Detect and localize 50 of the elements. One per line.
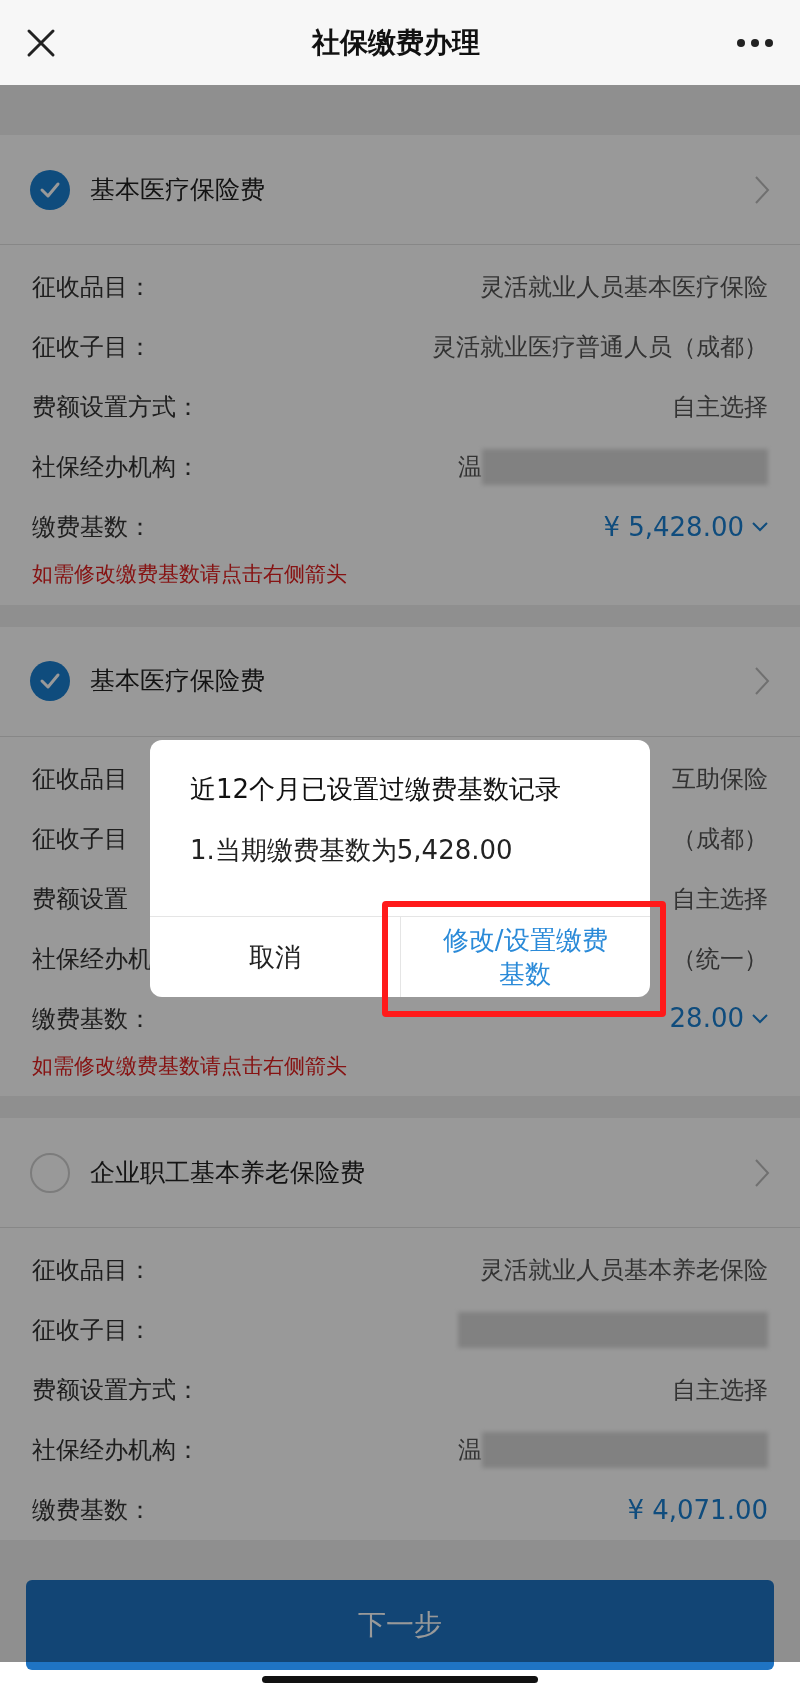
chevron-down-icon[interactable] [752, 522, 768, 532]
hint-text: 如需修改缴费基数请点击右侧箭头 [31, 1052, 348, 1080]
field-value: 自主选择 [672, 392, 768, 423]
field-value: ¥ 5,428.00 [603, 510, 744, 544]
chevron-right-icon[interactable] [754, 666, 770, 696]
dialog-button[interactable]: 修改/设置缴费基数 [399, 917, 650, 997]
field-value: 自主选择 [672, 1375, 768, 1406]
checkbox[interactable] [30, 661, 70, 701]
field-value: 灵活就业人员基本医疗保险 [480, 272, 768, 303]
field-label: 费额设置 [32, 883, 128, 915]
field-value: 温 [458, 452, 482, 483]
field-label: 费额设置方式： [32, 1375, 200, 1406]
field-value: 灵活就业医疗普通人员（成都） [432, 332, 768, 363]
field-value: 互助保险 [672, 763, 768, 795]
field-value: 灵活就业人员基本养老保险 [480, 1255, 768, 1286]
dialog-title: 近12个月已设置过缴费基数记录 [189, 773, 563, 806]
field-label: 社保经办机构： [32, 452, 200, 483]
field-label: 费额设置方式： [32, 392, 200, 423]
field-label: 征收品目： [32, 272, 152, 303]
field-label: 征收品目： [32, 1255, 152, 1286]
checkbox[interactable] [30, 1152, 70, 1193]
field-value: （统一） [672, 943, 768, 975]
checkbox[interactable] [30, 169, 70, 210]
field-label: 缴费基数： [32, 512, 152, 543]
field-label: 征收子目： [32, 1315, 152, 1346]
chevron-right-icon[interactable] [754, 1157, 770, 1188]
chevron-down-icon[interactable] [752, 1013, 768, 1024]
field-label: 征收子目 [32, 823, 128, 855]
more-icon[interactable] [736, 37, 774, 48]
page-title: 社保缴费办理 [312, 24, 480, 61]
field-label: 缴费基数： [32, 1495, 152, 1526]
field-value: ¥ 4,071.00 [627, 1493, 768, 1527]
close-icon[interactable] [26, 27, 56, 58]
dialog-message: 1.当期缴费基数为5,428.00 [189, 834, 514, 867]
next-button[interactable]: 下一步 [26, 1580, 774, 1670]
chevron-right-icon[interactable] [754, 174, 770, 205]
item-title: 基本医疗保险费 [90, 173, 266, 206]
field-label: 缴费基数： [32, 1003, 152, 1035]
field-value: 温 [458, 1435, 482, 1466]
hint-text: 如需修改缴费基数请点击右侧箭头 [31, 561, 348, 588]
field-label: 征收品目 [32, 763, 128, 795]
item-title: 基本医疗保险费 [90, 665, 266, 698]
item-title: 企业职工基本养老保险费 [90, 1156, 366, 1189]
field-label: 征收子目： [32, 332, 152, 363]
field-label: 社保经办机构： [32, 1435, 200, 1466]
field-value: 28.00 [669, 1002, 744, 1035]
dialog-button[interactable]: 取消 [150, 917, 400, 997]
field-value: （成都） [672, 823, 768, 855]
field-value: 自主选择 [672, 883, 768, 915]
field-label: 社保经办机 [32, 943, 152, 975]
